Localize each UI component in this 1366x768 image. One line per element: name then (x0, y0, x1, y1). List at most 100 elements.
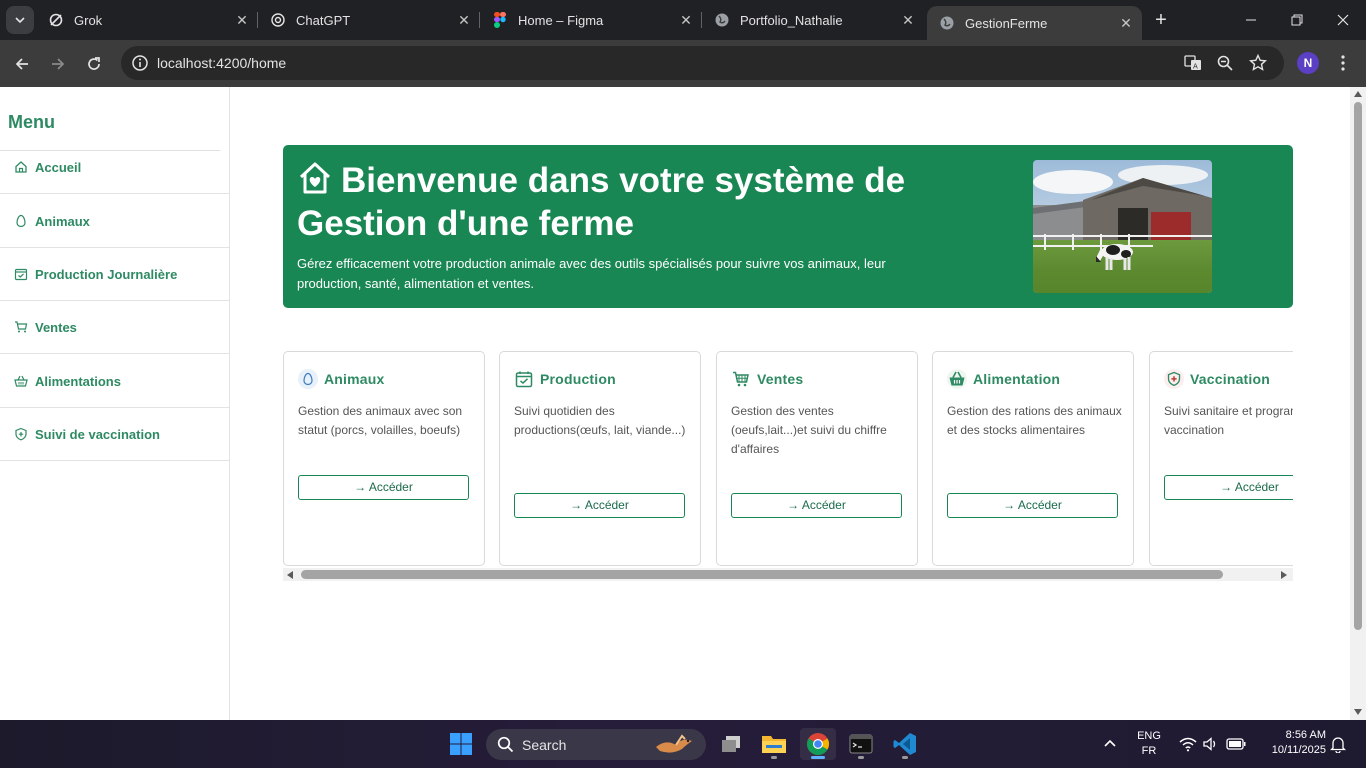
egg-icon (14, 214, 28, 228)
translate-icon[interactable]: A (1184, 54, 1202, 72)
sidebar-item-production[interactable]: Production Journalière (0, 248, 229, 301)
vscode-button[interactable] (887, 728, 923, 760)
close-tab-icon[interactable]: ✕ (678, 12, 694, 28)
volume-icon[interactable] (1203, 736, 1219, 752)
tab-title: Grok (74, 12, 103, 28)
browser-tab-strip: Grok ✕ ChatGPT ✕ Home – Figma ✕ Portfoli… (0, 0, 1366, 40)
running-indicator (811, 756, 825, 759)
close-tab-icon[interactable]: ✕ (900, 12, 916, 28)
close-tab-icon[interactable]: ✕ (1118, 15, 1134, 31)
language-indicator[interactable]: ENG FR (1133, 730, 1165, 757)
card-header: Production (514, 369, 616, 389)
minimize-icon (1246, 19, 1256, 21)
notification-bell-icon[interactable] (1330, 736, 1346, 753)
search-label: Search (522, 737, 567, 753)
running-indicator (902, 756, 908, 759)
scroll-up-arrow-icon[interactable] (1354, 91, 1362, 97)
close-tab-icon[interactable]: ✕ (456, 12, 472, 28)
page-content: Menu Accueil Animaux Production Journali… (0, 87, 1350, 720)
tab-title: ChatGPT (296, 12, 351, 28)
tab-figma[interactable]: Home – Figma ✕ (480, 0, 702, 40)
sidebar-item-label: Ventes (35, 319, 77, 335)
sidebar-item-accueil[interactable]: Accueil (0, 141, 229, 194)
profile-avatar[interactable]: N (1297, 52, 1319, 74)
new-tab-button[interactable]: + (1150, 9, 1172, 31)
sidebar-item-label: Alimentations (35, 373, 121, 389)
start-button[interactable] (443, 728, 479, 760)
tab-chatgpt[interactable]: ChatGPT ✕ (258, 0, 480, 40)
reload-button[interactable] (80, 50, 108, 78)
clock-time: 8:56 AM (1285, 729, 1326, 741)
acceder-production-button[interactable]: → Accéder (514, 493, 685, 518)
sidebar-item-label: Accueil (35, 159, 82, 175)
taskbar: Search ENG FR 8:56 AM 10/11/2025 (0, 720, 1366, 768)
wifi-icon[interactable] (1179, 736, 1197, 752)
close-tab-icon[interactable]: ✕ (234, 12, 250, 28)
house-heart-icon (299, 162, 331, 194)
tab-gestionferme[interactable]: GestionFerme ✕ (927, 6, 1142, 40)
site-info-icon[interactable] (131, 54, 149, 72)
zoom-icon[interactable] (1216, 54, 1234, 72)
clock[interactable]: 8:56 AM 10/11/2025 (1256, 729, 1326, 756)
forward-arrow-icon (52, 58, 65, 70)
sidebar-item-label: Production Journalière (35, 266, 178, 282)
scroll-left-arrow-icon[interactable] (287, 571, 293, 579)
battery-icon[interactable] (1226, 738, 1246, 750)
sidebar-item-label: Animaux (35, 213, 90, 229)
card-production: Production Suivi quotidien des productio… (499, 351, 701, 566)
acceder-animaux-button[interactable]: → Accéder (298, 475, 469, 500)
scroll-right-arrow-icon[interactable] (1281, 571, 1287, 579)
chrome-button[interactable] (800, 728, 836, 760)
globe-icon (714, 12, 730, 28)
vertical-scrollbar[interactable] (1350, 87, 1366, 720)
scrollbar-thumb[interactable] (301, 570, 1223, 579)
bookmark-star-icon[interactable] (1249, 54, 1267, 72)
sidebar-item-alimentations[interactable]: Alimentations (0, 355, 229, 408)
address-bar[interactable]: localhost:4200/home A (121, 46, 1284, 80)
taskbar-search[interactable]: Search (486, 729, 706, 760)
welcome-banner: Bienvenue dans votre système de Gestion … (283, 145, 1293, 308)
card-description: Suivi quotidien des productions(œufs, la… (514, 404, 686, 437)
minimize-button[interactable] (1228, 0, 1274, 40)
taskview-button[interactable] (713, 728, 749, 760)
tab-search-button[interactable] (6, 6, 34, 34)
sidebar-item-ventes[interactable]: Ventes (0, 301, 229, 354)
forward-button[interactable] (44, 50, 72, 78)
restore-button[interactable] (1274, 0, 1320, 40)
file-explorer-button[interactable] (756, 728, 792, 760)
windows-logo-icon (450, 733, 472, 755)
tab-portfolio[interactable]: Portfolio_Nathalie ✕ (702, 0, 924, 40)
scrollbar-thumb[interactable] (1354, 102, 1362, 630)
sidebar-item-animaux[interactable]: Animaux (0, 195, 229, 248)
terminal-button[interactable] (843, 728, 879, 760)
page-title-text: Bienvenue dans votre système de Gestion … (297, 161, 906, 243)
tab-title: Portfolio_Nathalie (740, 12, 843, 28)
acceder-ventes-button[interactable]: → Accéder (731, 493, 902, 518)
grok-icon (48, 12, 64, 28)
card-title: Ventes (757, 371, 804, 387)
feature-cards-scroller[interactable]: Animaux Gestion des animaux avec son sta… (283, 350, 1293, 568)
card-title: Production (540, 371, 616, 387)
acceder-alimentation-button[interactable]: → Accéder (947, 493, 1118, 518)
card-title: Animaux (324, 371, 385, 387)
language-line-2: FR (1141, 745, 1157, 757)
card-alimentation: Alimentation Gestion des rations des ani… (932, 351, 1134, 566)
scroll-down-arrow-icon[interactable] (1354, 709, 1362, 715)
chatgpt-icon (270, 12, 286, 28)
vscode-icon (893, 733, 916, 755)
url-text[interactable]: localhost:4200/home (157, 55, 286, 71)
restore-icon (1291, 14, 1303, 26)
acceder-vaccination-button[interactable]: → Accéder (1164, 475, 1293, 500)
more-menu-icon[interactable] (1336, 54, 1350, 72)
sidebar-item-vaccination[interactable]: Suivi de vaccination (0, 408, 229, 461)
horizontal-scrollbar[interactable] (283, 568, 1293, 581)
chevron-up-icon[interactable] (1103, 738, 1117, 748)
sidebar: Menu Accueil Animaux Production Journali… (0, 87, 230, 720)
folder-icon (762, 736, 786, 753)
svg-text:A: A (1193, 63, 1198, 71)
tab-grok[interactable]: Grok ✕ (36, 0, 258, 40)
sidebar-title: Menu (8, 112, 55, 132)
calendar-check-icon (14, 267, 28, 281)
close-window-button[interactable] (1320, 0, 1366, 40)
back-button[interactable] (8, 50, 36, 78)
